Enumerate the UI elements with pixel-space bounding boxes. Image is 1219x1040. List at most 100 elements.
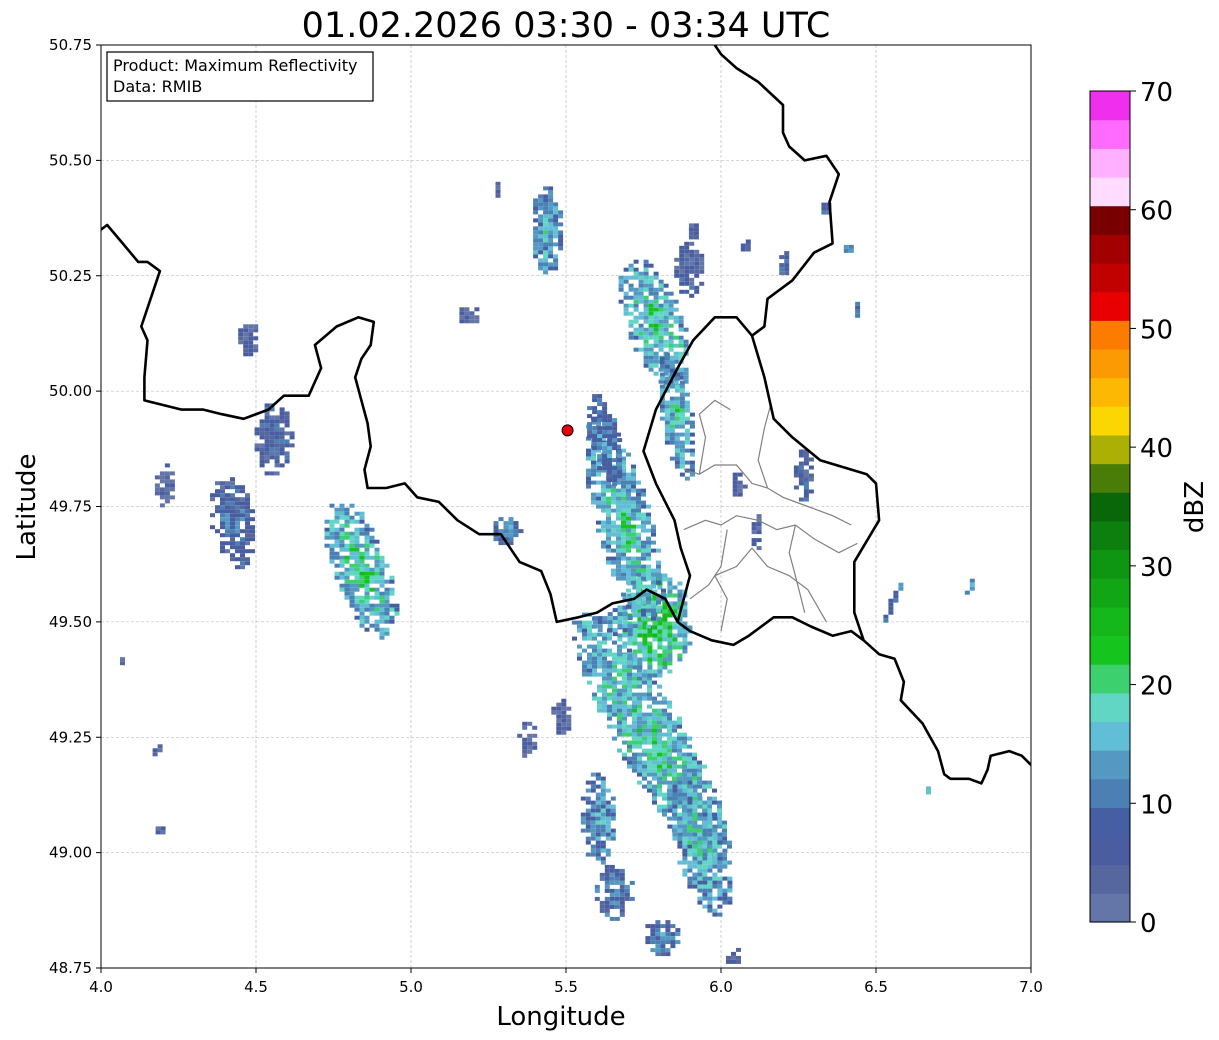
echo-pixel xyxy=(230,513,235,518)
echo-pixel xyxy=(619,908,625,913)
echo-pixel xyxy=(697,880,703,885)
echo-pixel xyxy=(692,808,698,813)
echo-pixel xyxy=(621,548,626,553)
echo-pixel xyxy=(682,776,688,781)
echo-pixel xyxy=(964,590,970,595)
echo-pixel xyxy=(682,832,688,837)
echo-pixel xyxy=(610,828,616,833)
echo-pixel xyxy=(359,579,365,584)
echo-pixel xyxy=(606,484,611,489)
echo-pixel xyxy=(667,613,673,618)
echo-pixel xyxy=(259,459,265,464)
echo-pixel xyxy=(215,489,220,494)
echo-pixel xyxy=(154,491,160,496)
echo-pixel xyxy=(543,198,549,203)
echo-pixel xyxy=(621,492,626,497)
echo-pixel xyxy=(651,548,656,553)
echo-pixel xyxy=(269,447,275,452)
echo-pixel xyxy=(389,615,395,620)
echo-pixel xyxy=(612,652,617,657)
colorbar-swatch xyxy=(1090,434,1130,465)
echo-cell xyxy=(120,657,125,666)
echo-pixel xyxy=(548,214,554,219)
colorbar-swatch xyxy=(1090,463,1130,493)
echo-pixel xyxy=(339,571,345,576)
echo-pixel xyxy=(585,800,591,805)
echo-pixel xyxy=(682,732,687,737)
echo-pixel xyxy=(245,537,250,542)
echo-pixel xyxy=(632,653,638,658)
echo-pixel xyxy=(627,641,633,646)
echo-pixel xyxy=(652,784,657,789)
echo-pixel xyxy=(607,414,613,419)
echo-pixel xyxy=(642,649,648,654)
echo-pixel xyxy=(641,572,646,577)
echo-pixel xyxy=(597,414,603,419)
echo-pixel xyxy=(682,649,688,654)
echo-pixel xyxy=(600,788,606,793)
echo-pixel xyxy=(612,712,617,717)
echo-pixel xyxy=(493,521,499,526)
echo-pixel xyxy=(647,784,652,789)
echo-pixel xyxy=(667,621,673,626)
echo-pixel xyxy=(595,856,601,861)
echo-pixel xyxy=(334,543,340,548)
echo-pixel xyxy=(656,580,661,585)
echo-pixel xyxy=(632,712,637,717)
echo-pixel xyxy=(627,696,632,701)
echo-pixel xyxy=(609,900,615,905)
echo-pixel xyxy=(652,736,657,741)
echo-pixel xyxy=(274,455,280,460)
echo-pixel xyxy=(662,696,667,701)
echo-pixel xyxy=(225,533,230,538)
echo-pixel xyxy=(631,572,636,577)
echo-pixel xyxy=(289,435,295,440)
echo-pixel xyxy=(667,756,672,761)
echo-pixel xyxy=(590,780,596,785)
echo-pixel xyxy=(667,645,673,650)
echo-pixel xyxy=(662,720,667,725)
echo-pixel xyxy=(651,616,656,621)
echo-pixel xyxy=(707,888,713,893)
echo-pixel xyxy=(683,367,689,372)
echo-pixel xyxy=(617,454,623,459)
echo-pixel xyxy=(617,704,622,709)
echo-pixel xyxy=(602,680,607,685)
plot-area[interactable] xyxy=(100,36,1032,969)
echo-pixel xyxy=(379,563,385,568)
echo-pixel xyxy=(605,836,611,841)
echo-pixel xyxy=(580,796,586,801)
echo-pixel xyxy=(662,748,667,753)
echo-pixel xyxy=(624,896,630,901)
echo-pixel xyxy=(646,608,651,613)
echo-pixel xyxy=(215,509,220,514)
echo-pixel xyxy=(699,281,705,286)
echo-pixel xyxy=(602,664,607,669)
echo-pixel xyxy=(898,582,904,587)
echo-pixel xyxy=(533,226,539,231)
echo-pixel xyxy=(585,812,591,817)
echo-pixel xyxy=(687,744,692,749)
echo-pixel xyxy=(617,466,623,471)
echo-pixel xyxy=(602,402,608,407)
echo-pixel xyxy=(662,653,668,658)
echo-pixel xyxy=(648,319,654,324)
echo-pixel xyxy=(548,226,554,231)
echo-pixel xyxy=(643,335,649,340)
echo-pixel xyxy=(607,426,613,431)
colorbar-tick-label: 70 xyxy=(1140,78,1173,108)
echo-pixel xyxy=(159,495,165,500)
echo-pixel xyxy=(667,669,673,674)
echo-pixel xyxy=(622,740,627,745)
echo-pixel xyxy=(660,948,666,953)
echo-pixel xyxy=(682,824,688,829)
echo-pixel xyxy=(628,263,634,268)
echo-pixel xyxy=(647,641,653,646)
echo-pixel xyxy=(543,222,549,227)
echo-pixel xyxy=(609,872,615,877)
echo-pixel xyxy=(238,328,244,333)
echo-pixel xyxy=(627,728,632,733)
echo-pixel xyxy=(592,692,597,697)
echo-pixel xyxy=(602,442,608,447)
echo-pixel xyxy=(969,586,975,591)
